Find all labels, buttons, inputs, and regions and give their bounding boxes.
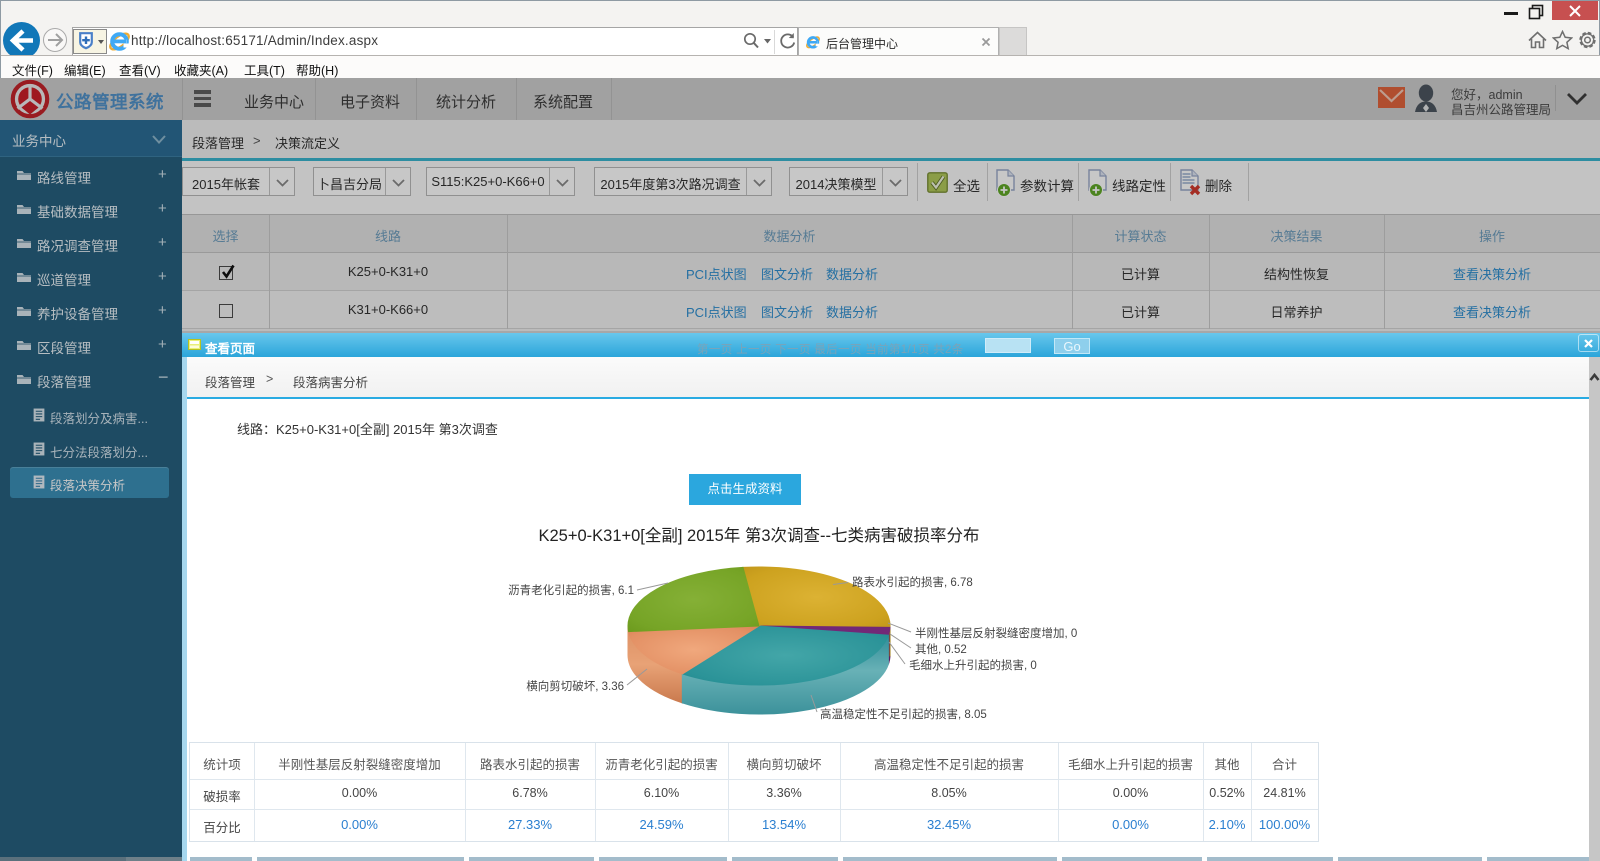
svg-text:毛细水上升引起的损害, 0: 毛细水上升引起的损害, 0	[909, 658, 1037, 672]
svg-text:横向剪切破坏, 3.36: 横向剪切破坏, 3.36	[526, 679, 624, 693]
svg-text:高温稳定性不足引起的损害, 8.05: 高温稳定性不足引起的损害, 8.05	[820, 707, 987, 721]
svg-text:沥青老化引起的损害, 6.1: 沥青老化引起的损害, 6.1	[508, 583, 634, 597]
svg-text:其他, 0.52: 其他, 0.52	[915, 643, 967, 656]
svg-text:路表水引起的损害, 6.78: 路表水引起的损害, 6.78	[852, 575, 973, 589]
svg-text:半刚性基层反射裂缝密度增加, 0: 半刚性基层反射裂缝密度增加, 0	[915, 626, 1077, 640]
